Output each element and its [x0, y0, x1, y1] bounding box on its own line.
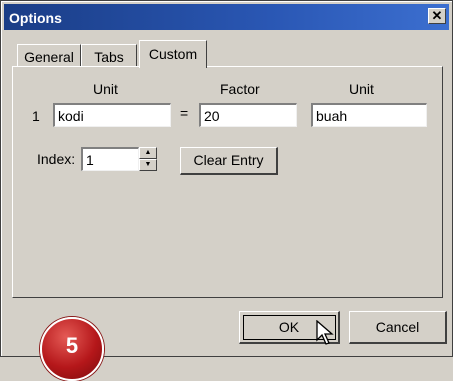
unit-to-field[interactable]: buah [311, 103, 427, 127]
tab-custom-label: Custom [148, 46, 198, 62]
tab-tabs[interactable]: Tabs [81, 44, 137, 68]
unit-to-header: Unit [349, 81, 374, 97]
cancel-button[interactable]: Cancel [349, 311, 447, 344]
mouse-cursor-icon [316, 320, 334, 345]
unit-from-header: Unit [93, 81, 118, 97]
step-number-badge: 5 [40, 317, 104, 381]
row-number: 1 [32, 108, 40, 124]
tab-custom[interactable]: Custom [139, 40, 207, 68]
clear-entry-button[interactable]: Clear Entry [180, 147, 278, 175]
ok-button-label: OK [278, 319, 300, 335]
factor-field[interactable]: 20 [199, 103, 297, 127]
arrow-up-icon: ▲ [144, 149, 152, 156]
title-bar[interactable]: Options ✕ [4, 4, 449, 30]
unit-from-field[interactable]: kodi [53, 103, 171, 127]
index-field[interactable]: 1 [81, 147, 139, 171]
factor-header: Factor [220, 81, 260, 97]
arrow-down-icon: ▼ [144, 161, 152, 168]
close-button[interactable]: ✕ [428, 8, 446, 24]
ok-button[interactable]: OK [239, 311, 340, 345]
tab-tabs-label: Tabs [94, 49, 124, 65]
equals-sign: = [180, 105, 189, 121]
tab-general[interactable]: General [17, 44, 81, 68]
dialog-title: Options [9, 10, 62, 26]
tab-general-label: General [24, 49, 74, 65]
options-dialog: Options ✕ General Tabs Custom Unit Facto… [0, 0, 453, 357]
spin-up-button[interactable]: ▲ [139, 147, 157, 159]
custom-tab-panel: Unit Factor Unit 1 kodi = 20 buah Index:… [12, 66, 443, 298]
spin-down-button[interactable]: ▼ [139, 159, 157, 171]
index-label: Index: [37, 151, 76, 167]
close-icon: ✕ [431, 8, 443, 23]
